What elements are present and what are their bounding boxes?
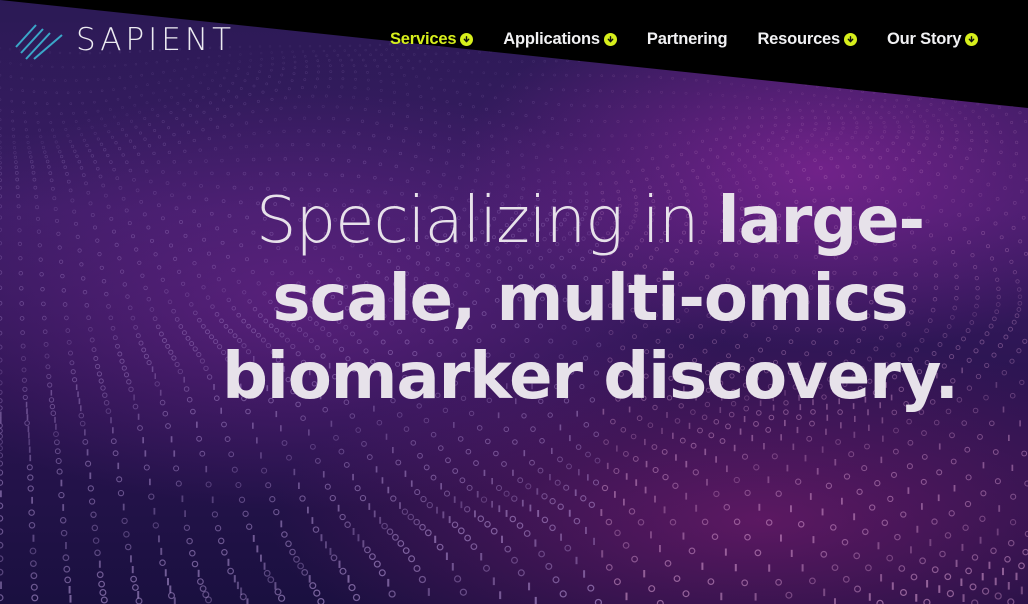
nav-item-label: Partnering [646,30,728,48]
page: SAPIENT Services Applications Partnering… [0,0,1028,604]
nav-item-partnering[interactable]: Partnering [647,30,728,49]
nav-item-resources[interactable]: Resources [757,30,858,49]
hero-line3: biomarker discovery. [222,340,959,414]
nav-item-label: Applications [503,30,600,48]
brand-logo[interactable]: SAPIENT [14,20,235,60]
chevron-down-circle-icon [603,33,617,46]
nav-item-services[interactable]: Services [390,30,474,49]
chevron-down-circle-icon [460,33,474,46]
site-header: SAPIENT Services Applications Partnering… [0,0,1028,80]
chevron-down-circle-icon [844,33,858,46]
hero-line2: scale, multi-omics [272,262,908,336]
hero-line1-light: Specializing in [255,184,718,258]
brand-name: SAPIENT [76,21,236,58]
nav-item-our-story[interactable]: Our Story [887,30,979,49]
nav-item-label: Services [390,30,457,48]
hero-headline: Specializing in large- scale, multi-omic… [200,182,980,416]
main-nav: Services Applications Partnering Resourc… [390,30,979,49]
diagonal-lines-logo-icon [15,24,63,60]
nav-item-label: Resources [757,30,841,48]
nav-item-label: Our Story [887,30,962,48]
chevron-down-circle-icon [965,33,979,46]
nav-item-applications[interactable]: Applications [503,30,617,49]
hero-line1-bold: large- [717,184,925,258]
